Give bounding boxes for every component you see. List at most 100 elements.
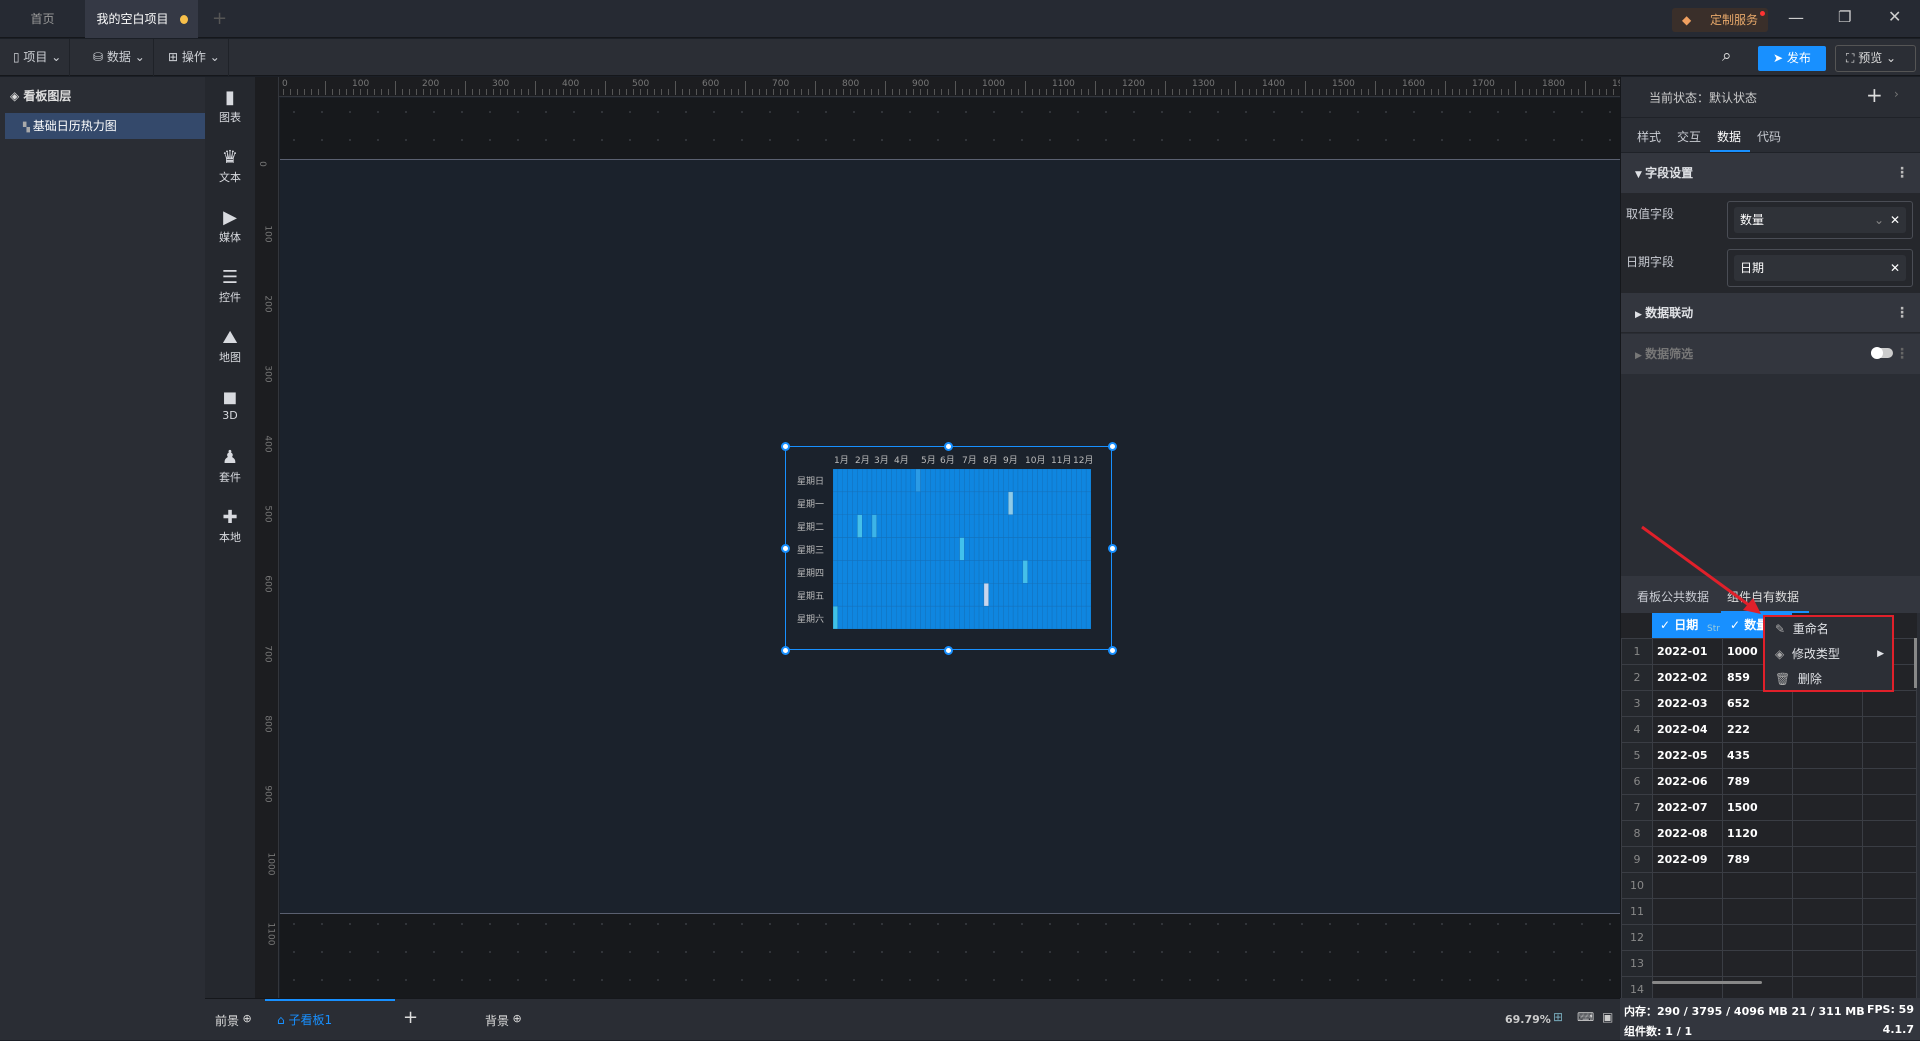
chevron-right-icon[interactable]: › [1894, 87, 1899, 101]
component-control[interactable]: ☰ 控件 [205, 267, 255, 305]
empty-cell[interactable] [1862, 690, 1917, 717]
quantity-cell[interactable]: 789 [1722, 846, 1793, 873]
background-tab[interactable]: 背景 ⊕ [485, 1012, 522, 1029]
date-cell[interactable]: 2022-03 [1652, 690, 1723, 717]
quantity-cell[interactable]: 652 [1722, 690, 1793, 717]
table-row[interactable]: 5 2022-05 435 [1621, 742, 1917, 769]
date-cell[interactable] [1652, 872, 1723, 899]
empty-cell[interactable] [1862, 898, 1917, 925]
field-settings-header[interactable]: ▼ 字段设置 ⋮ [1621, 153, 1920, 193]
preview-button[interactable]: ⛶ 预览 ⌄ [1835, 45, 1916, 72]
resize-handle[interactable] [943, 645, 953, 655]
tab-data[interactable]: 数据 [1717, 128, 1741, 145]
value-field-select[interactable]: 数量 ⌄ ✕ [1727, 201, 1913, 239]
empty-cell[interactable] [1792, 872, 1863, 899]
date-cell[interactable] [1652, 924, 1723, 951]
data-link-header[interactable]: ▶ 数据联动 ⋮ [1621, 293, 1920, 333]
resize-handle[interactable] [943, 441, 953, 451]
resize-handle[interactable] [1107, 543, 1117, 553]
data-filter-header[interactable]: ▶ 数据筛选 ⋮ [1621, 334, 1920, 374]
date-cell[interactable]: 2022-02 [1652, 664, 1723, 691]
resize-handle[interactable] [780, 441, 790, 451]
heatmap-widget[interactable]: 1月 2月 3月 4月 5月 6月 7月 8月 9月 10月 11月 12月 星期日 星期一 星期二 星期三… [785, 446, 1112, 650]
fit-screen-icon[interactable]: ⊞ [1553, 1010, 1563, 1024]
terminal-icon[interactable]: ▣ [1602, 1010, 1613, 1024]
date-cell[interactable] [1652, 950, 1723, 977]
menu-item-rename[interactable]: ✎ 重命名 [1765, 617, 1892, 642]
table-row[interactable]: 11 [1621, 898, 1917, 925]
table-row[interactable]: 7 2022-07 1500 [1621, 794, 1917, 821]
data-menu[interactable]: ⛁ 数据 ⌄ [85, 39, 154, 76]
tab-interaction[interactable]: 交互 [1677, 128, 1701, 145]
component-puzzle[interactable]: ✚ 本地 [205, 507, 255, 545]
menu-item-change-type[interactable]: ◈ 修改类型 ▶ [1765, 642, 1892, 667]
table-row[interactable]: 8 2022-08 1120 [1621, 820, 1917, 847]
resize-handle[interactable] [1107, 645, 1117, 655]
empty-cell[interactable] [1792, 846, 1863, 873]
table-row[interactable]: 9 2022-09 789 [1621, 846, 1917, 873]
empty-cell[interactable] [1862, 872, 1917, 899]
table-row[interactable]: 14 [1621, 976, 1917, 998]
component-media[interactable]: ▶ 媒体 [205, 207, 255, 245]
add-circle-icon[interactable]: ⊕ [239, 1012, 252, 1025]
publish-button[interactable]: ➤ 发布 [1758, 46, 1826, 71]
table-row[interactable]: 13 [1621, 950, 1917, 977]
filter-toggle[interactable] [1871, 347, 1893, 359]
date-cell[interactable]: 2022-04 [1652, 716, 1723, 743]
table-row[interactable]: 6 2022-06 789 [1621, 768, 1917, 795]
quantity-cell[interactable]: 1120 [1722, 820, 1793, 847]
layer-item[interactable]: ▚ 基础日历热力图 [5, 113, 205, 139]
date-cell[interactable]: 2022-06 [1652, 768, 1723, 795]
minimize-button[interactable]: — [1788, 8, 1804, 27]
maximize-button[interactable]: ❐ [1838, 8, 1851, 26]
custom-service-button[interactable]: ◆ 定制服务 [1672, 8, 1768, 32]
resize-handle[interactable] [1107, 441, 1117, 451]
quantity-cell[interactable]: 789 [1722, 768, 1793, 795]
empty-cell[interactable] [1862, 768, 1917, 795]
search-icon[interactable]: ⌕ [1722, 46, 1732, 66]
date-cell[interactable]: 2022-05 [1652, 742, 1723, 769]
empty-cell[interactable] [1792, 976, 1863, 998]
empty-cell[interactable] [1792, 716, 1863, 743]
tab-project[interactable]: 我的空白项目 [85, 0, 198, 38]
empty-cell[interactable] [1792, 690, 1863, 717]
resize-handle[interactable] [780, 543, 790, 553]
empty-cell[interactable] [1862, 742, 1917, 769]
more-icon[interactable]: ⋮ [1895, 334, 1909, 374]
keyboard-icon[interactable]: ⌨ [1577, 1010, 1594, 1024]
date-cell[interactable] [1652, 898, 1723, 925]
clear-icon[interactable]: ✕ [1890, 207, 1900, 233]
quantity-cell[interactable] [1722, 872, 1793, 899]
resize-handle[interactable] [780, 645, 790, 655]
more-icon[interactable]: ⋮ [1895, 293, 1909, 333]
close-button[interactable]: ✕ [1888, 7, 1901, 26]
quantity-cell[interactable] [1722, 976, 1793, 998]
add-board-button[interactable]: + [403, 1007, 418, 1028]
component-chart[interactable]: ▮ 图表 [205, 87, 255, 125]
table-row[interactable]: 4 2022-04 222 [1621, 716, 1917, 743]
empty-cell[interactable] [1862, 846, 1917, 873]
empty-cell[interactable] [1792, 898, 1863, 925]
project-menu[interactable]: ▯ 项目 ⌄ [5, 39, 71, 76]
empty-cell[interactable] [1862, 924, 1917, 951]
table-row[interactable]: 12 [1621, 924, 1917, 951]
tab-style[interactable]: 样式 [1637, 128, 1661, 145]
tab-code[interactable]: 代码 [1757, 128, 1781, 145]
operate-menu[interactable]: ⊞ 操作 ⌄ [160, 39, 229, 76]
table-row[interactable]: 3 2022-03 652 [1621, 690, 1917, 717]
empty-cell[interactable] [1792, 742, 1863, 769]
empty-cell[interactable] [1792, 794, 1863, 821]
component-kit[interactable]: ♟ 套件 [205, 447, 255, 485]
empty-cell[interactable] [1862, 950, 1917, 977]
date-cell[interactable]: 2022-01 [1652, 638, 1723, 665]
quantity-cell[interactable]: 435 [1722, 742, 1793, 769]
empty-cell[interactable] [1862, 976, 1917, 998]
board-tab[interactable]: ⌂ 子看板1 [265, 999, 395, 1041]
foreground-tab[interactable]: 前景 ⊕ [215, 1012, 252, 1029]
menu-item-delete[interactable]: 🗑︎ 删除 [1765, 667, 1892, 692]
empty-cell[interactable] [1792, 924, 1863, 951]
date-cell[interactable]: 2022-08 [1652, 820, 1723, 847]
quantity-cell[interactable]: 1500 [1722, 794, 1793, 821]
quantity-cell[interactable] [1722, 924, 1793, 951]
table-row[interactable]: 10 [1621, 872, 1917, 899]
